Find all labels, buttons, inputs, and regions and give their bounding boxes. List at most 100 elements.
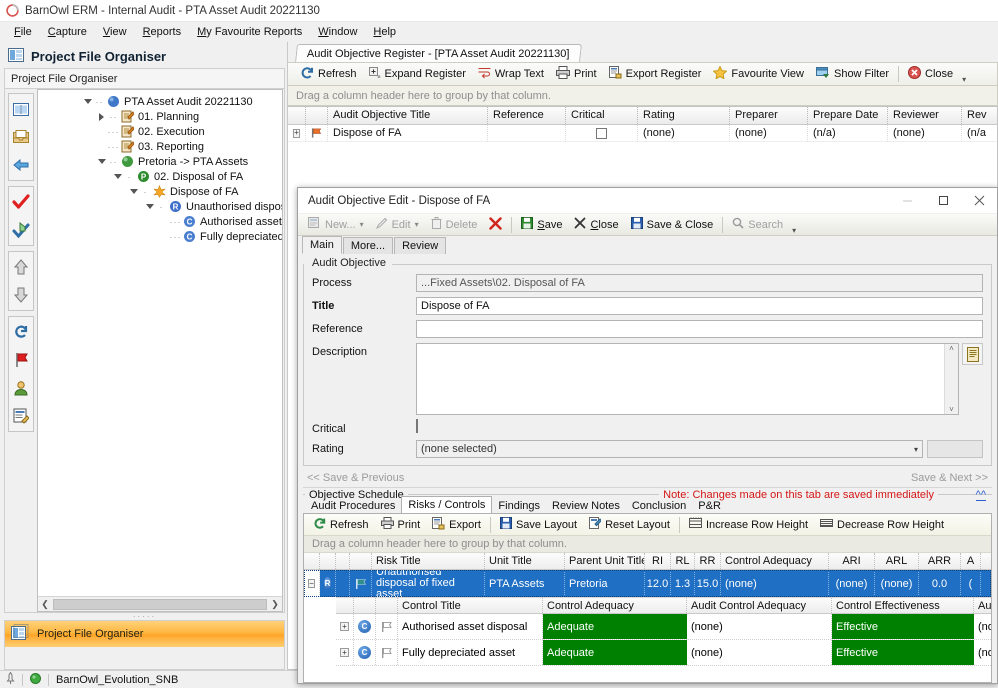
chevron-right-icon[interactable] (96, 111, 107, 122)
increase-row-height-button[interactable]: Increase Row Height (683, 515, 814, 535)
tab-main[interactable]: Main (302, 236, 342, 254)
cell-critical[interactable] (566, 124, 638, 142)
description-textarea[interactable]: ˄ ˅ (416, 343, 959, 415)
tree-node-disposal-of-fa[interactable]: · P 02. Disposal of FA (38, 169, 282, 184)
back-arrow-icon[interactable] (9, 151, 33, 179)
red-check-icon[interactable] (9, 188, 33, 216)
tree-node-unauthorised-disposal[interactable]: · R Unauthorised disposal of fixed asse (38, 199, 282, 214)
table-row[interactable]: + C Fully depreciated asset Adequate (no… (336, 640, 991, 666)
risk-header-a[interactable]: A (961, 553, 981, 569)
critical-checkbox[interactable] (416, 419, 418, 433)
risk-header-arl[interactable]: ARL (875, 553, 919, 569)
export-register-button[interactable]: Export Register (603, 64, 708, 84)
tree-node-reporting[interactable]: ··· 03. Reporting (38, 139, 282, 154)
schedule-refresh-button[interactable]: Refresh (307, 515, 375, 535)
register-group-panel[interactable]: Drag a column header here to group by th… (288, 86, 998, 106)
tab-findings[interactable]: Findings (492, 498, 546, 513)
risks-controls-grid[interactable]: Risk Title Unit Title Parent Unit Title … (304, 553, 991, 682)
memo-editor-icon[interactable] (962, 343, 983, 365)
table-row[interactable]: − R Unauthorised disposal of fixed asset (304, 570, 991, 597)
title-input[interactable]: Dispose of FA (416, 297, 983, 315)
favourite-view-button[interactable]: Favourite View (707, 64, 810, 84)
tab-review-notes[interactable]: Review Notes (546, 498, 626, 513)
close-button[interactable] (961, 188, 997, 213)
tree-node-authorised-asset-disposal[interactable]: ··· C Authorised asset disposal (38, 214, 283, 229)
chevron-down-icon[interactable] (82, 96, 93, 107)
tab-pr[interactable]: P&R (692, 498, 727, 513)
critical-checkbox[interactable] (596, 127, 607, 139)
blue-check-home-icon[interactable] (9, 216, 33, 244)
move-down-icon[interactable] (9, 281, 33, 309)
schedule-group-panel[interactable]: Drag a column header here to group by th… (304, 536, 991, 553)
schedule-export-button[interactable]: Export (426, 515, 487, 535)
scroll-right-icon[interactable]: ❯ (268, 599, 282, 610)
left-panel-splitter[interactable]: ····· (4, 612, 285, 621)
minimize-button[interactable] (889, 188, 925, 213)
search-button[interactable]: Search (726, 215, 789, 235)
risk-header-ari[interactable]: ARI (829, 553, 875, 569)
red-flag-icon[interactable] (9, 346, 33, 374)
control-header-control-title[interactable]: Control Title (398, 598, 543, 613)
toolbar-overflow-icon[interactable]: ▾ (959, 64, 969, 84)
menu-file[interactable]: File (6, 24, 40, 40)
print-button[interactable]: Print (550, 64, 603, 84)
move-up-icon[interactable] (9, 253, 33, 281)
save-and-previous-button[interactable]: << Save & Previous (307, 472, 404, 484)
save-button[interactable]: Save (515, 215, 568, 235)
row-expand-icon[interactable]: + (288, 124, 306, 142)
grid-header-reviewer[interactable]: Reviewer (888, 107, 962, 124)
toolbar-overflow-icon[interactable]: ▾ (789, 215, 799, 235)
risk-header-arr[interactable]: ARR (919, 553, 961, 569)
refresh-cycle-icon[interactable] (9, 318, 33, 346)
risk-header-risk-title[interactable]: Risk Title (372, 553, 485, 569)
tab-more[interactable]: More... (342, 237, 394, 254)
control-header-audit-control-adequacy[interactable]: Audit Control Adequacy (687, 598, 832, 613)
menu-reports[interactable]: Reports (135, 24, 190, 40)
chevron-down-icon[interactable] (96, 156, 107, 167)
reference-input[interactable] (416, 320, 983, 338)
chevron-down-icon[interactable]: ▾ (415, 220, 419, 229)
grid-header-rating[interactable]: Rating (638, 107, 730, 124)
wrap-text-button[interactable]: Wrap Text (472, 64, 550, 84)
tree-node-planning[interactable]: ·· 01. Planning (38, 109, 282, 124)
refresh-button[interactable]: Refresh (294, 64, 363, 84)
control-row-expand-icon[interactable]: + (336, 640, 354, 665)
grid-header-reference[interactable]: Reference (488, 107, 566, 124)
scroll-thumb[interactable] (53, 598, 267, 610)
scroll-left-icon[interactable]: ❮ (38, 599, 52, 610)
chevron-down-icon[interactable]: ▾ (360, 220, 364, 229)
close-register-button[interactable]: Close (902, 64, 959, 84)
edit-button[interactable]: Edit ▾ (370, 215, 425, 235)
grid-header-audit-objective-title[interactable]: Audit Objective Title (328, 107, 488, 124)
decrease-row-height-button[interactable]: Decrease Row Height (814, 515, 950, 535)
menu-view[interactable]: View (95, 24, 135, 40)
new-button[interactable]: New... ▾ (302, 215, 370, 235)
description-scrollbar[interactable]: ˄ ˅ (944, 344, 958, 414)
tree-node-execution[interactable]: ··· 02. Execution (38, 124, 282, 139)
report-edit-icon[interactable] (9, 402, 33, 430)
risk-header-rl[interactable]: RL (671, 553, 695, 569)
tab-conclusion[interactable]: Conclusion (626, 498, 692, 513)
risk-header-parent-unit-title[interactable]: Parent Unit Title (565, 553, 645, 569)
tab-risks-controls[interactable]: Risks / Controls (401, 496, 493, 513)
tree-horizontal-scrollbar[interactable]: ❮ ❯ (38, 596, 282, 611)
menu-capture[interactable]: Capture (40, 24, 95, 40)
control-header-audi[interactable]: Audi (974, 598, 991, 613)
user-icon[interactable] (9, 374, 33, 402)
maximize-button[interactable] (925, 188, 961, 213)
menu-window[interactable]: Window (310, 24, 365, 40)
chevron-down-icon[interactable] (144, 201, 155, 212)
table-row[interactable]: + C Authorised asset disposal Adequate (… (336, 614, 991, 640)
tree-node-pta-asset-audit[interactable]: ·· PTA Asset Audit 20221130 (38, 94, 282, 109)
project-tree[interactable]: ·· PTA Asset Audit 20221130 ·· 01. Plann… (37, 89, 283, 612)
risk-header-ri[interactable]: RI (645, 553, 671, 569)
menu-my-favourite-reports[interactable]: My Favourite Reports (189, 24, 310, 40)
grid-header-critical[interactable]: Critical (566, 107, 638, 124)
grid-header-preparer[interactable]: Preparer (730, 107, 808, 124)
show-filter-button[interactable]: Show Filter (810, 64, 895, 84)
save-and-next-button[interactable]: Save & Next >> (911, 472, 988, 484)
control-header-control-effectiveness[interactable]: Control Effectiveness (832, 598, 974, 613)
tree-node-pretoria-pta-assets[interactable]: ·· Pretoria -> PTA Assets (38, 154, 282, 169)
scroll-up-icon[interactable]: ˄ (949, 344, 954, 353)
chevron-down-icon[interactable]: ▾ (914, 445, 918, 454)
